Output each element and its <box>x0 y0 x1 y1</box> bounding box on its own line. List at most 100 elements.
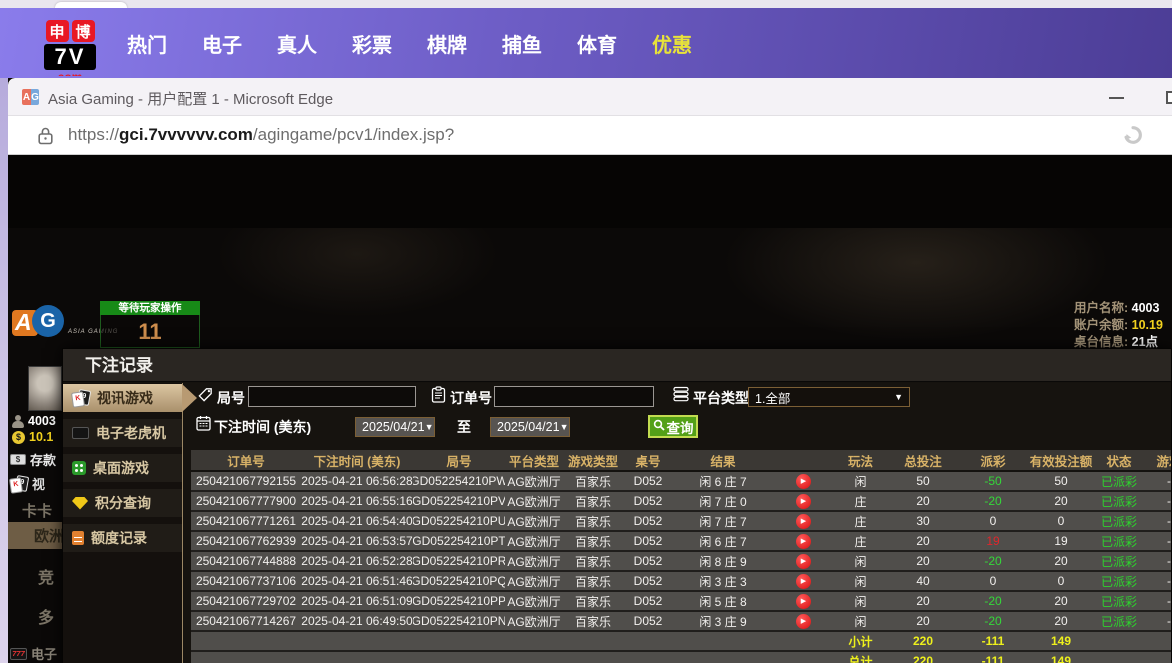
play-video-button[interactable]: ▶ <box>796 574 811 589</box>
cell-round-no: 局号 <box>413 450 505 470</box>
background-menu-fragment[interactable]: 4003 <box>12 414 56 428</box>
url-text[interactable]: https://gci.7vvvvvv.com/agingame/pcv1/in… <box>68 125 454 145</box>
play-video-button[interactable]: ▶ <box>796 514 811 529</box>
site-logo[interactable]: 申 博 7V com <box>44 20 96 76</box>
slot-icon <box>72 427 89 439</box>
cell-total-bet: 220 <box>888 652 958 663</box>
site-nav-item[interactable]: 棋牌 <box>427 29 467 58</box>
cell-order-no <box>191 652 301 663</box>
sidebar-item-quota-records[interactable]: 额度记录 <box>63 524 182 552</box>
cell-result: 结果 <box>673 450 773 470</box>
cell-total-bet: 20 <box>888 592 958 610</box>
maximize-button[interactable] <box>1166 91 1172 104</box>
cell-round-no: GD052254210PW <box>413 472 505 490</box>
site-nav-item[interactable]: 彩票 <box>352 29 392 58</box>
user-info-value: 10.19 <box>1132 318 1163 332</box>
cell-payout: -20 <box>958 492 1028 510</box>
cards-icon <box>72 390 90 406</box>
dialog-header: 下注记录 <box>63 349 1171 382</box>
window-titlebar[interactable]: A G Asia Gaming - 用户配置 1 - Microsoft Edg… <box>8 78 1172 116</box>
avatar <box>28 366 62 411</box>
site-nav-item[interactable]: 真人 <box>277 29 317 58</box>
order-no-input[interactable] <box>494 386 654 407</box>
sidebar-item-slot-machines[interactable]: 电子老虎机 <box>63 419 182 447</box>
sidebar-item-video-games[interactable]: 视讯游戏 <box>63 384 182 412</box>
background-menu-fragment[interactable]: 卡卡 <box>22 500 52 521</box>
cell-payout: 0 <box>958 572 1028 590</box>
active-item-arrow-icon <box>182 384 197 412</box>
logo-7v: 7V <box>44 44 96 70</box>
cell-payout: 派彩 <box>958 450 1028 470</box>
cell-platform: AG欧洲厅 <box>505 512 563 530</box>
background-menu-fragment[interactable]: $ 存款 <box>10 450 56 469</box>
round-no-input[interactable] <box>248 386 416 407</box>
play-video-button[interactable]: ▶ <box>796 614 811 629</box>
cell-table-no <box>623 652 673 663</box>
site-nav-item[interactable]: 热门 <box>127 29 167 58</box>
background-menu-fragment[interactable]: 欧洲 <box>8 522 66 549</box>
background-menu-fragment[interactable]: 竞 <box>38 564 54 588</box>
cell-game-type: 游戏类型 <box>563 450 623 470</box>
dialog-title: 下注记录 <box>85 349 1171 382</box>
background-menu-fragment[interactable]: 777 电子 <box>10 644 57 663</box>
user-icon <box>12 415 24 428</box>
cell-total-bet: 20 <box>888 492 958 510</box>
waiting-banner: 等待玩家操作 <box>100 301 200 315</box>
play-video-button[interactable]: ▶ <box>796 474 811 489</box>
url-domain: gci.7vvvvvv.com <box>119 125 253 144</box>
cell-status: 已派彩 <box>1094 492 1144 510</box>
user-info-label: 账户余额: <box>1074 318 1128 332</box>
sidebar-item-points-query[interactable]: 积分查询 <box>63 489 182 517</box>
order-no-label: 订单号 <box>450 388 492 408</box>
address-bar[interactable]: https://gci.7vvvvvv.com/agingame/pcv1/in… <box>8 116 1172 155</box>
cell-game: - <box>1144 592 1171 610</box>
cell-result: 闲 3 庄 3 <box>673 572 773 590</box>
logo-com: com <box>44 70 96 76</box>
user-info-label: 用户名称: <box>1074 301 1128 315</box>
cell-status: 已派彩 <box>1094 512 1144 530</box>
cell-round-no: GD052254210PT <box>413 532 505 550</box>
date-to-select[interactable]: 2025/04/21 ▼ <box>490 417 570 437</box>
play-video-button[interactable]: ▶ <box>796 534 811 549</box>
cell-wager: 小计 <box>833 632 888 650</box>
play-icon: ▶ <box>801 578 806 585</box>
site-nav-item[interactable]: 电子 <box>202 29 242 58</box>
play-video-button[interactable]: ▶ <box>796 594 811 609</box>
site-nav-item[interactable]: 捕鱼 <box>502 29 542 58</box>
cell-order-no: 250421067771261 <box>191 512 301 530</box>
site-nav-item[interactable]: 优惠 <box>652 29 692 58</box>
site-nav-item[interactable]: 体育 <box>577 29 617 58</box>
background-menu-fragment[interactable]: $ 10.1 <box>12 430 53 444</box>
background-menu-fragment[interactable]: 多 <box>38 604 54 628</box>
cell-wager: 庄 <box>833 492 888 510</box>
play-video-button[interactable]: ▶ <box>796 554 811 569</box>
cell-platform: AG欧洲厅 <box>505 492 563 510</box>
cell-game: - <box>1144 612 1171 630</box>
total-row: 总计 220 -111 149 <box>191 652 1171 663</box>
window-left-edge <box>0 78 8 663</box>
cell-table-no: D052 <box>623 472 673 490</box>
cell-order-no: 250421067737106 <box>191 572 301 590</box>
sidebar-item-table-games[interactable]: 桌面游戏 <box>63 454 182 482</box>
play-icon: ▶ <box>801 478 806 485</box>
cell-platform: AG欧洲厅 <box>505 472 563 490</box>
table-row: 250421067737106 2025-04-21 06:51:46 GD05… <box>191 572 1171 592</box>
minimize-button[interactable] <box>1109 97 1124 99</box>
dice-icon <box>72 461 86 475</box>
cell-bet-time: 2025-04-21 06:51:09 <box>301 592 413 610</box>
logo-badge-2: 博 <box>72 20 95 42</box>
tag-icon <box>197 386 214 408</box>
cell-bet-time: 2025-04-21 06:55:16 <box>301 492 413 510</box>
background-menu-fragment[interactable]: 视 <box>10 474 45 493</box>
cell-status <box>1094 652 1144 663</box>
cell-status: 已派彩 <box>1094 472 1144 490</box>
window-title: Asia Gaming - 用户配置 1 - Microsoft Edge <box>48 88 333 109</box>
platform-type-select[interactable]: 1.全部 ▼ <box>748 387 910 407</box>
play-video-button[interactable]: ▶ <box>796 494 811 509</box>
date-from-select[interactable]: 2025/04/21 ▼ <box>355 417 435 437</box>
chevron-down-icon: ▼ <box>894 392 903 402</box>
cell-table-no: 桌号 <box>623 450 673 470</box>
search-button[interactable]: 查询 <box>648 415 698 438</box>
cell-bet-time: 2025-04-21 06:49:50 <box>301 612 413 630</box>
cell-round-no: GD052254210PR <box>413 552 505 570</box>
